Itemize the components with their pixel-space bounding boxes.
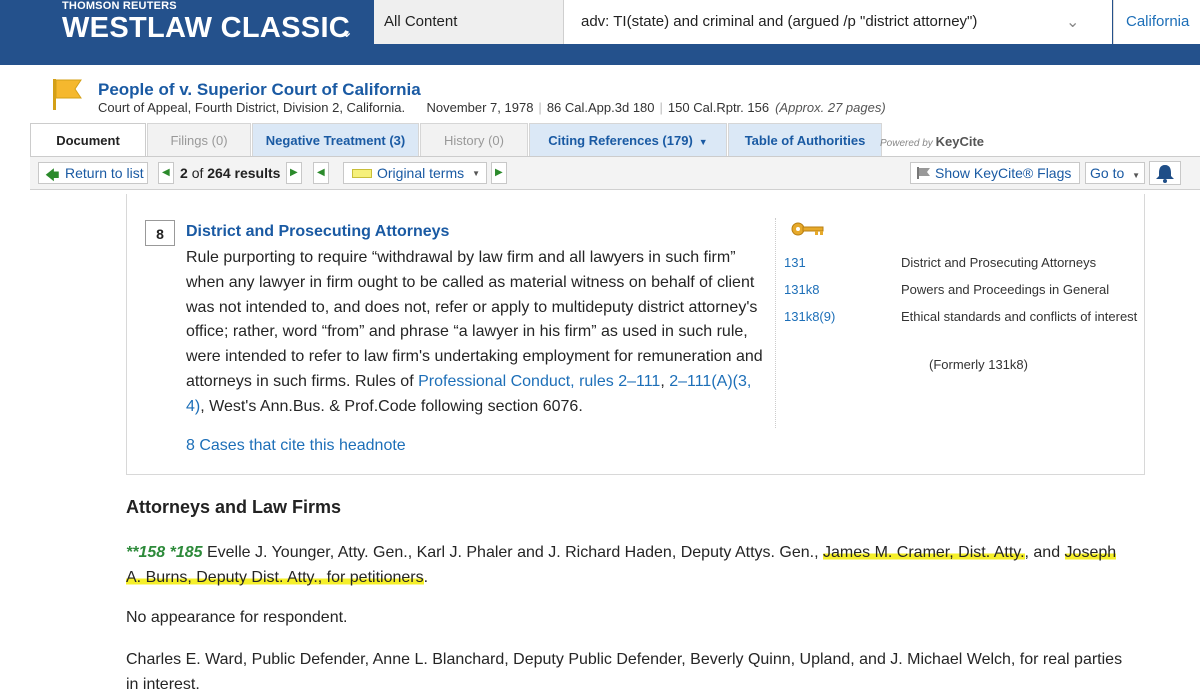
result-total: 264 results [207, 165, 281, 181]
app-header: THOMSON REUTERS WESTLAW CLASSIC ⌄ All Co… [0, 0, 1200, 65]
decision-date: November 7, 1978 [426, 100, 534, 115]
formerly-note: (Formerly 131k8) [929, 357, 1028, 372]
attorneys-text: , and [1024, 544, 1065, 561]
notification-bell-button[interactable] [1149, 161, 1181, 185]
tab-citing-references-label: Citing References (179) [548, 133, 693, 148]
rule-link-2-111[interactable]: Professional Conduct, rules 2–111 [418, 373, 660, 390]
document-title: People of v. Superior Court of Californi… [98, 80, 421, 99]
result-position: 2 of 264 results [180, 165, 280, 181]
citation-2: 150 Cal.Rptr. 156 [667, 100, 770, 115]
attorneys-text: . [423, 569, 429, 586]
citation-1: 86 Cal.App.3d 180 [546, 100, 655, 115]
jurisdiction-selector[interactable]: California [1113, 0, 1200, 44]
bell-icon [1156, 165, 1174, 183]
flag-icon [917, 167, 930, 179]
star-page-marker: **158 *185 [126, 544, 203, 561]
highlighted-text: James M. Cramer, Dist. Atty. [823, 544, 1025, 561]
chevron-down-icon[interactable]: ⌄ [340, 22, 353, 42]
key-number-131[interactable]: 131 [784, 255, 806, 270]
section-heading: Attorneys and Law Firms [126, 497, 342, 517]
search-scope-selector[interactable]: All Content [374, 0, 564, 44]
tab-history[interactable]: History (0) [420, 123, 528, 156]
brand-logo[interactable]: WESTLAW CLASSIC [62, 12, 350, 45]
highlight-swatch-icon [352, 169, 372, 178]
attorneys-paragraph: **158 *185 Evelle J. Younger, Atty. Gen.… [126, 540, 1126, 590]
result-of: of [191, 165, 204, 181]
headnote-text-2: , West's Ann.Bus. & Prof.Code following … [200, 397, 583, 415]
go-to-label: Go to [1090, 165, 1125, 181]
next-result-button[interactable]: ▶ [286, 162, 302, 184]
tab-document[interactable]: Document [30, 123, 146, 156]
powered-by-keycite: Powered by KeyCite [880, 134, 984, 149]
search-terms-dropdown[interactable]: Original terms ▼ [343, 162, 487, 184]
brand-top: THOMSON REUTERS [62, 0, 177, 12]
powered-by-text: Powered by [880, 138, 933, 149]
keycite-logo: KeyCite [935, 134, 985, 149]
tab-filings[interactable]: Filings (0) [147, 123, 251, 156]
key-number-131k8-9[interactable]: 131k8(9) [784, 309, 835, 324]
key-number-desc: Ethical standards and conflicts of inter… [901, 309, 1138, 324]
headnote-title[interactable]: District and Prosecuting Attorneys [186, 223, 449, 241]
key-number-131k8[interactable]: 131k8 [784, 282, 819, 297]
next-term-button[interactable]: ▶ [491, 162, 507, 184]
tab-table-of-authorities[interactable]: Table of Authorities [728, 123, 882, 156]
go-to-dropdown[interactable]: Go to ▼ [1085, 162, 1145, 184]
return-to-list-label: Return to list [65, 165, 144, 181]
yellow-flag-icon[interactable] [52, 77, 84, 111]
previous-result-button[interactable]: ◀ [158, 162, 174, 184]
real-parties-paragraph: Charles E. Ward, Public Defender, Anne L… [126, 651, 1123, 693]
key-number-desc: District and Prosecuting Attorneys [901, 255, 1097, 270]
court-name: Court of Appeal, Fourth District, Divisi… [98, 100, 406, 115]
arrow-left-icon: 🡄 [45, 167, 60, 183]
headnote-comma: , [660, 372, 670, 390]
caret-down-icon: ▼ [472, 169, 480, 178]
document-tabs: Document Filings (0) Negative Treatment … [30, 123, 883, 156]
document-toolbar: 🡄 Return to list ◀ 2 of 264 results ▶ ◀ … [30, 156, 1200, 190]
tab-citing-references[interactable]: Citing References (179) ▼ [529, 123, 727, 156]
previous-term-button[interactable]: ◀ [313, 162, 329, 184]
result-current: 2 [180, 165, 188, 181]
key-icon [791, 222, 824, 236]
caret-down-icon: ▼ [1132, 171, 1141, 180]
document-metadata: Court of Appeal, Fourth District, Divisi… [98, 100, 886, 115]
respondent-paragraph: No appearance for respondent. [126, 609, 348, 626]
divider [775, 218, 776, 428]
attorneys-text: Evelle J. Younger, Atty. Gen., Karl J. P… [202, 544, 823, 561]
headnote-number[interactable]: 8 [145, 220, 175, 246]
show-keycite-flags-button[interactable]: Show KeyCite® Flags [910, 162, 1080, 184]
caret-down-icon: ▼ [698, 137, 708, 147]
headnote-text-1: Rule purporting to require “withdrawal b… [186, 249, 763, 390]
key-number-desc: Powers and Proceedings in General [901, 282, 1110, 297]
page-count: (Approx. 27 pages) [775, 100, 886, 115]
search-input[interactable]: adv: TI(state) and criminal and (argued … [564, 0, 1112, 44]
search-terms-label: Original terms [377, 165, 465, 181]
tab-negative-treatment[interactable]: Negative Treatment (3) [252, 123, 419, 156]
headnote-body: Rule purporting to require “withdrawal b… [186, 246, 766, 420]
cases-citing-headnote-link[interactable]: 8 Cases that cite this headnote [186, 437, 406, 455]
show-keycite-flags-label: Show KeyCite® Flags [935, 165, 1072, 181]
headnote-box: 8 District and Prosecuting Attorneys Rul… [126, 194, 1145, 475]
return-to-list-button[interactable]: 🡄 Return to list [38, 162, 148, 184]
chevron-down-icon[interactable]: ⌄ [1066, 12, 1079, 32]
